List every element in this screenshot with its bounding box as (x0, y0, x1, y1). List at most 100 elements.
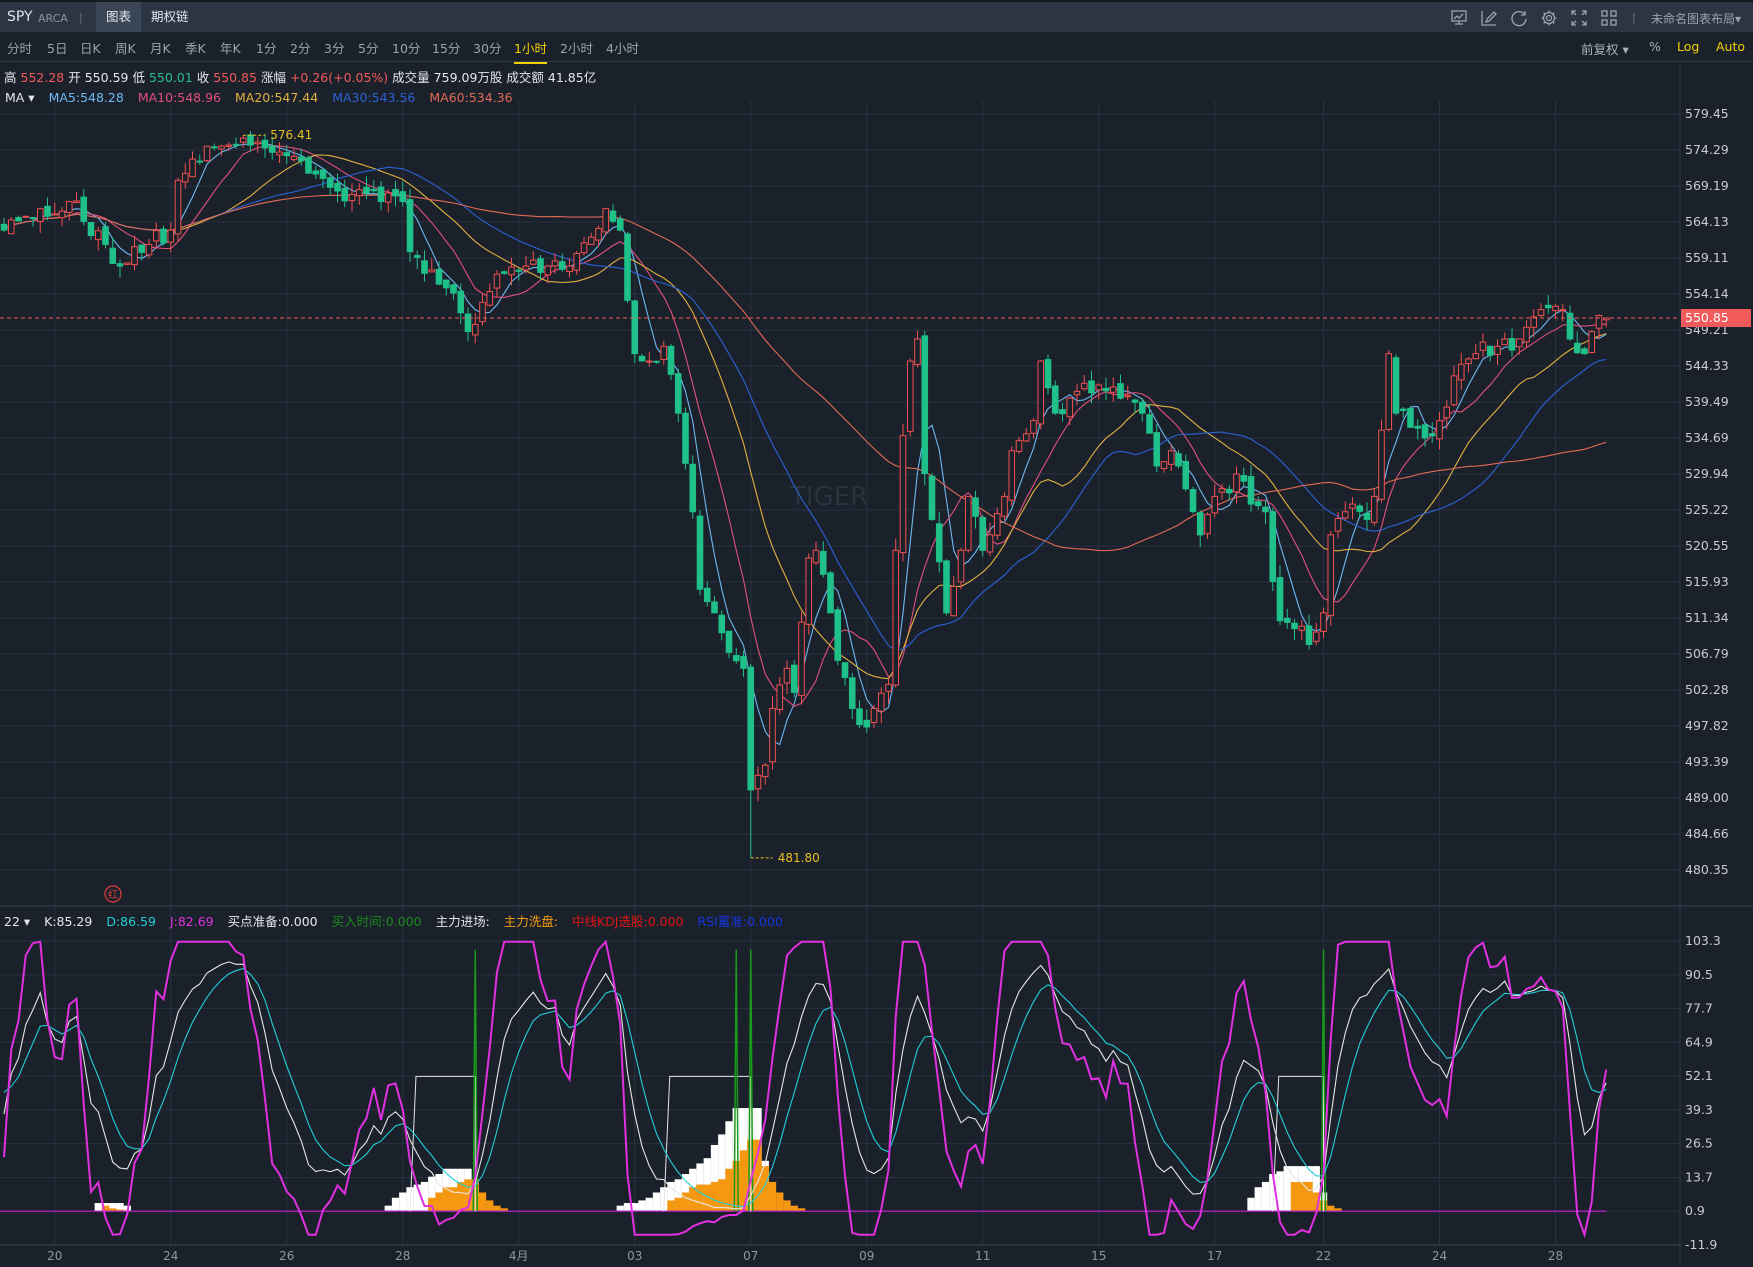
candle-down (1414, 425, 1422, 429)
main-wash-bar (696, 1184, 704, 1212)
settings-gear-icon[interactable] (1540, 9, 1558, 27)
candle-up (167, 229, 175, 243)
timeframe-bar: 分时 5日 日K 周K 月K 季K 年K 1分 2分 3分 5分 10分 15分… (0, 32, 1753, 64)
ma10-value: MA10:548.96 (137, 90, 222, 105)
tf-1m[interactable]: 1分 (256, 38, 276, 62)
chart-monitor-icon[interactable] (1450, 9, 1468, 27)
price-axis-label: 520.55 (1685, 538, 1729, 553)
candle-down (740, 655, 747, 669)
tf-quarter[interactable]: 季K (185, 38, 206, 62)
candle-down (1363, 512, 1371, 520)
tf-year[interactable]: 年K (220, 38, 241, 62)
tf-2h[interactable]: 2小时 (560, 38, 593, 62)
tab-options-chain[interactable]: 期权链 (141, 2, 199, 32)
main-wash-bar (718, 1179, 726, 1212)
tab-chart[interactable]: 图表 (96, 2, 142, 32)
candle-up (885, 683, 892, 692)
tf-5m[interactable]: 5分 (358, 38, 378, 62)
candle-up (36, 208, 44, 223)
fullscreen-icon[interactable] (1570, 9, 1588, 27)
buy-time-value: 买入时间:0.000 (331, 914, 422, 929)
tf-30m[interactable]: 30分 (473, 38, 501, 62)
candle-down (435, 268, 443, 285)
log-toggle[interactable]: Log (1677, 39, 1699, 54)
tf-week[interactable]: 周K (115, 38, 136, 62)
candle-down (515, 269, 523, 272)
candle-up (508, 266, 515, 276)
main-entry-label: 主力进场: (435, 914, 490, 929)
indicator-period-dropdown[interactable]: 22 ▾ (4, 914, 30, 929)
main-wash-bar (681, 1192, 690, 1212)
refresh-icon[interactable] (1510, 9, 1528, 27)
candle-down (834, 609, 842, 661)
tf-5d[interactable]: 5日 (47, 38, 67, 62)
candle-up (1320, 612, 1327, 632)
candle-up (1341, 511, 1349, 519)
candle-down (1421, 424, 1429, 439)
main-entry-bar (384, 1205, 392, 1212)
tf-intraday[interactable]: 分时 (7, 38, 32, 62)
candle-down (1399, 408, 1407, 412)
candle-down (1146, 414, 1153, 434)
mid-kdj-value: 中线KDJ选股:0.000 (571, 914, 684, 929)
tf-3m[interactable]: 3分 (324, 38, 344, 62)
ma-dropdown[interactable]: MA ▾ (5, 90, 35, 105)
candle-down (1508, 338, 1516, 351)
date-axis-label: 28 (395, 1249, 410, 1263)
main-wash-bar (667, 1200, 675, 1212)
candle-down (1088, 380, 1095, 394)
candle-up (1109, 386, 1117, 393)
candle-up (1037, 360, 1045, 425)
candle-up (1334, 517, 1342, 532)
candle-up (1370, 495, 1378, 523)
price-axis-label: 534.69 (1685, 430, 1729, 445)
candle-down (616, 218, 624, 231)
candle-down (1486, 345, 1494, 356)
indicator-axis-label: 90.5 (1685, 967, 1713, 982)
candle-up (660, 345, 668, 360)
candle-up (798, 621, 805, 697)
candle-down (689, 463, 697, 513)
candle-up (899, 435, 907, 554)
date-axis-label: 03 (627, 1249, 642, 1263)
candle-down (1189, 489, 1197, 513)
candle-up (950, 585, 958, 617)
candle-up (870, 707, 878, 723)
separator: | (79, 11, 83, 24)
candle-down (935, 523, 943, 563)
candle-up (812, 549, 820, 564)
candle-up (1465, 358, 1472, 365)
tf-15m[interactable]: 15分 (432, 38, 460, 62)
candle-up (1015, 440, 1023, 452)
tf-1h[interactable]: 1小时 (514, 38, 547, 64)
draw-pencil-icon[interactable] (1480, 9, 1498, 27)
candle-down (464, 313, 472, 333)
separator: | (1632, 11, 1636, 24)
candle-up (1001, 495, 1008, 517)
tf-month[interactable]: 月K (150, 38, 171, 62)
layout-dropdown[interactable]: 未命名图表布局▾ (1651, 10, 1741, 27)
candle-down (711, 601, 718, 614)
price-axis-label: 574.29 (1685, 142, 1729, 157)
main-wash-bar (493, 1205, 501, 1212)
candle-down (442, 279, 450, 289)
grid-layout-icon[interactable] (1600, 9, 1618, 27)
tf-day[interactable]: 日K (80, 38, 101, 62)
change-label: 涨幅 (260, 70, 286, 85)
tf-2m[interactable]: 2分 (290, 38, 310, 62)
tf-4h[interactable]: 4小时 (606, 38, 639, 62)
indicator-axis-label: 103.3 (1685, 933, 1721, 948)
candle-up (761, 764, 769, 778)
tf-10m[interactable]: 10分 (392, 38, 420, 62)
candle-down (1428, 433, 1436, 437)
adjust-dropdown[interactable]: 前复权 ▾ (1581, 39, 1629, 58)
candle-up (573, 252, 581, 271)
auto-toggle[interactable]: Auto (1716, 39, 1745, 54)
candle-down (1044, 359, 1052, 389)
date-axis-label: 28 (1548, 1249, 1563, 1263)
percent-toggle[interactable]: % (1649, 39, 1661, 54)
price-chart[interactable]: 579.45574.29569.19564.13559.11554.14549.… (0, 0, 1753, 1267)
candle-up (1479, 341, 1487, 351)
candle-down (1153, 432, 1161, 467)
main-entry-bar (1254, 1187, 1262, 1212)
